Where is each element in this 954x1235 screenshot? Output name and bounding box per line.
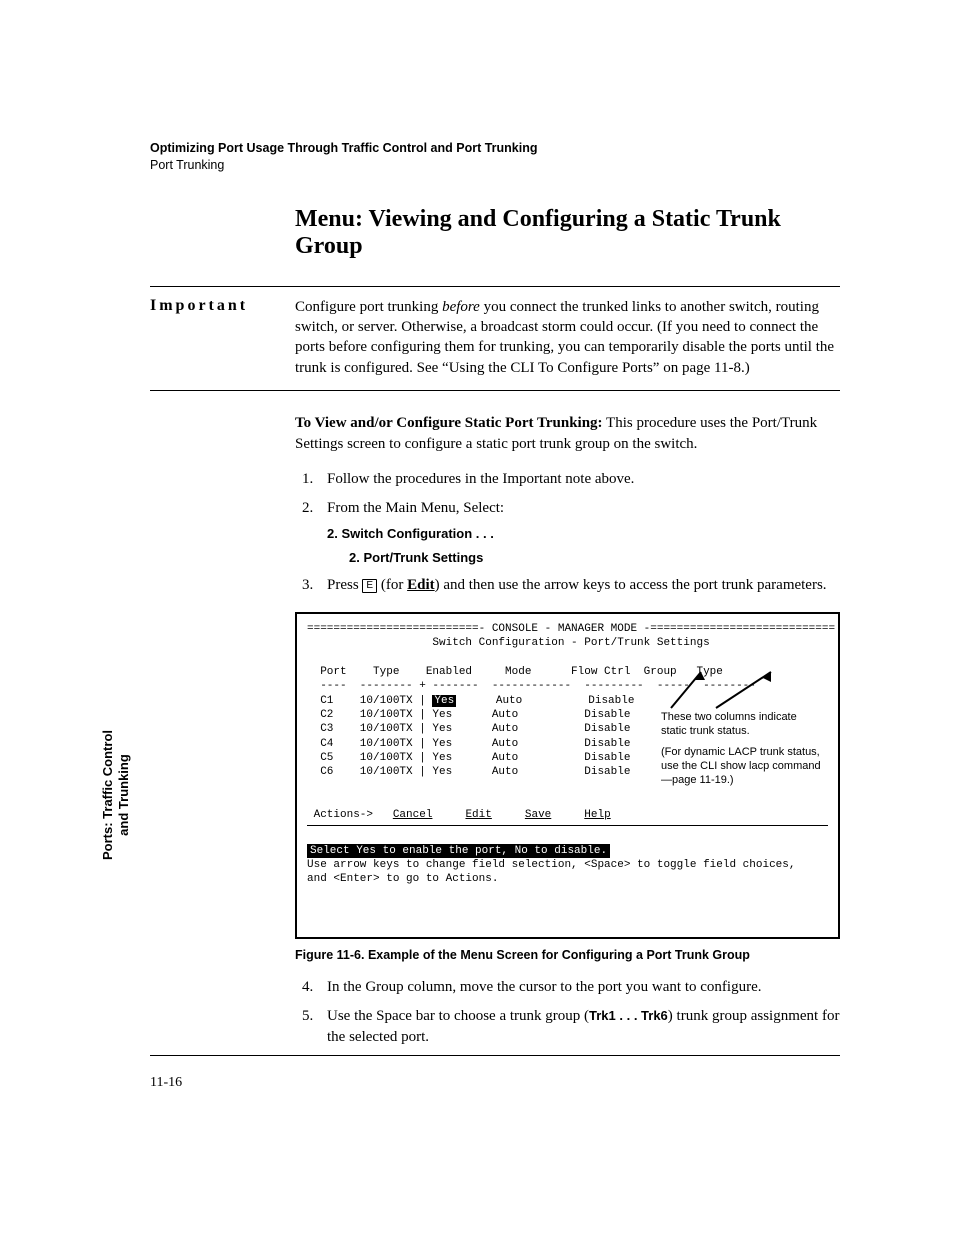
step-3: Press E (for Edit) and then use the arro… [317,575,840,596]
menu-path-1: 2. Switch Configuration . . . [327,525,840,543]
page-content: Optimizing Port Usage Through Traffic Co… [150,140,840,1064]
figure-caption: Figure 11-6. Example of the Menu Screen … [295,947,840,965]
running-head: Optimizing Port Usage Through Traffic Co… [150,140,840,174]
steps-list: Follow the procedures in the Important n… [295,469,840,596]
menu-path-2: 2. Port/Trunk Settings [349,549,840,567]
head-title: Optimizing Port Usage Through Traffic Co… [150,141,538,155]
important-text: Configure port trunking before you conne… [295,297,840,378]
head-subtitle: Port Trunking [150,158,224,172]
callout-arrows [661,666,824,712]
step-5: Use the Space bar to choose a trunk grou… [317,1006,840,1048]
side-tab: Ports: Traffic Control and Trunking [100,720,133,870]
figure-callout: These two columns indicate static trunk … [661,710,824,787]
body-column: To View and/or Configure Static Port Tru… [295,413,840,1048]
step-4: In the Group column, move the cursor to … [317,977,840,998]
intro-para: To View and/or Configure Static Port Tru… [295,413,840,455]
page-number: 11-16 [150,1075,182,1091]
important-note: Important Configure port trunking before… [150,286,840,391]
section-title: Menu: Viewing and Configuring a Static T… [295,206,840,260]
footer-rule [150,1055,840,1056]
step-1: Follow the procedures in the Important n… [317,469,840,490]
steps-list-cont: In the Group column, move the cursor to … [295,977,840,1048]
step-2: From the Main Menu, Select: 2. Switch Co… [317,498,840,567]
keycap-e: E [362,579,377,593]
important-label: Important [150,297,295,378]
console-figure: ==========================- CONSOLE - MA… [295,612,840,939]
